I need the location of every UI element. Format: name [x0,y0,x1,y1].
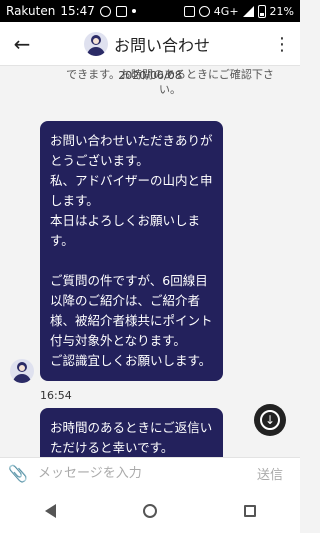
notification-icon [99,5,111,17]
send-button[interactable]: 送信 [246,464,294,483]
title-group: お問い合わせ [84,22,210,66]
notification-icon-2 [115,5,127,17]
date-divider: 2020/06/08 [118,69,182,82]
message-bubble: お問い合わせいただきありがとうございます。 私、アドバイザーの山内と申します。 … [40,121,223,381]
menu-dots-icon: ⋮ [273,33,291,55]
message-bubble-2: お時間のあるときにご返信いただけると幸いです。 [40,408,223,457]
battery-percent: 21% [269,4,294,18]
status-bar: Rakuten 15:47 4G+ 21% [0,0,300,22]
attach-button[interactable]: 📎 [4,458,32,490]
advisor-avatar [84,32,108,56]
signal-icon [242,5,254,17]
vibrate-icon [198,5,210,17]
nav-back-button[interactable] [30,489,70,533]
page-title: お問い合わせ [114,36,211,55]
app-bar: ← お問い合わせ ⋮ [0,22,300,66]
nav-home-button[interactable] [130,489,170,533]
system-nav-bar [0,489,300,533]
carrier-label: Rakuten [6,4,56,18]
chat-area[interactable]: できます。お時間のあるときにご確認下さい。 2020/06/08 お問い合わせい… [0,67,300,457]
clock: 15:47 [60,4,95,18]
back-arrow-icon: ← [13,31,31,56]
scroll-down-button[interactable]: ↓ [254,404,286,436]
menu-button[interactable]: ⋮ [268,22,296,66]
paperclip-icon: 📎 [8,464,28,483]
more-notifications-icon [131,9,136,13]
scroll-down-icon: ↓ [260,410,280,430]
nfc-icon [183,5,195,17]
nav-back-icon [44,504,56,518]
message-composer: 📎 送信 [0,457,300,489]
battery-icon [257,4,266,18]
nav-home-icon [143,504,157,518]
network-type: 4G+ [213,4,239,18]
nav-recents-icon [244,505,256,517]
message-avatar [10,359,34,383]
message-input[interactable] [38,466,246,481]
back-button[interactable]: ← [0,22,44,66]
nav-recents-button[interactable] [230,489,270,533]
message-time: 16:54 [40,389,72,402]
